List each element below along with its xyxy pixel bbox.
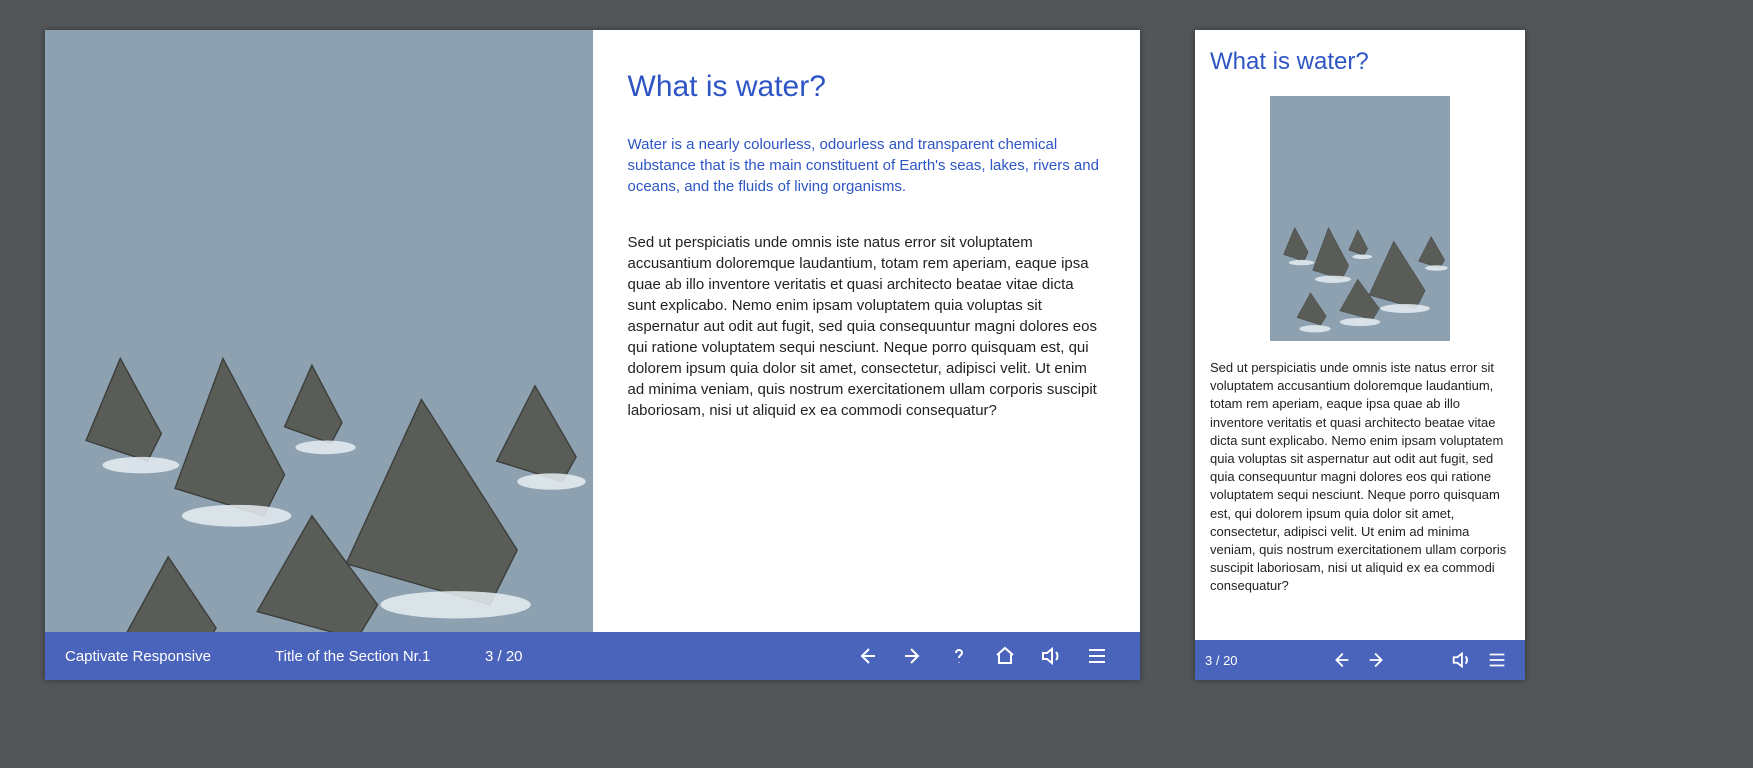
home-icon	[993, 644, 1017, 668]
arrow-right-icon	[901, 644, 925, 668]
slide-body: Sed ut perspiciatis unde omnis iste natu…	[628, 232, 1106, 421]
audio-button[interactable]	[1028, 632, 1074, 680]
menu-icon	[1486, 649, 1508, 671]
slide-body-mobile: Sed ut perspiciatis unde omnis iste natu…	[1210, 359, 1510, 595]
slide-intro: Water is a nearly colourless, odourless …	[628, 134, 1106, 197]
arrow-left-icon	[1330, 649, 1352, 671]
arrow-left-icon	[855, 644, 879, 668]
project-title: Captivate Responsive	[65, 648, 275, 665]
mobile-navbar: 3 / 20	[1195, 640, 1525, 680]
slide-counter-mobile: 3 / 20	[1205, 653, 1275, 668]
slide-content: What is water? Water is a nearly colourl…	[45, 30, 1140, 632]
forward-button-mobile[interactable]	[1359, 640, 1395, 680]
forward-button[interactable]	[890, 632, 936, 680]
slide-text-pane: What is water? Water is a nearly colourl…	[593, 30, 1141, 632]
mobile-preview: What is water? Sed ut perspiciatis unde …	[1195, 30, 1525, 680]
section-title: Title of the Section Nr.1	[275, 648, 485, 665]
audio-button-mobile[interactable]	[1443, 640, 1479, 680]
slide-heading-mobile: What is water?	[1210, 48, 1510, 76]
speaker-icon	[1450, 649, 1472, 671]
slide-image-mobile	[1270, 96, 1450, 341]
desktop-preview: What is water? Water is a nearly colourl…	[45, 30, 1140, 680]
seascape-image	[45, 30, 593, 632]
slide-counter: 3 / 20	[485, 648, 565, 665]
desktop-navbar: Captivate Responsive Title of the Sectio…	[45, 632, 1140, 680]
seascape-image	[1270, 96, 1450, 341]
back-button[interactable]	[844, 632, 890, 680]
menu-button-mobile[interactable]	[1479, 640, 1515, 680]
help-button[interactable]	[936, 632, 982, 680]
slide-content-mobile: What is water? Sed ut perspiciatis unde …	[1195, 30, 1525, 640]
home-button[interactable]	[982, 632, 1028, 680]
arrow-right-icon	[1366, 649, 1388, 671]
speaker-icon	[1039, 644, 1063, 668]
back-button-mobile[interactable]	[1323, 640, 1359, 680]
slide-image	[45, 30, 593, 632]
menu-icon	[1085, 644, 1109, 668]
question-icon	[947, 644, 971, 668]
menu-button[interactable]	[1074, 632, 1120, 680]
slide-heading: What is water?	[628, 70, 1106, 104]
